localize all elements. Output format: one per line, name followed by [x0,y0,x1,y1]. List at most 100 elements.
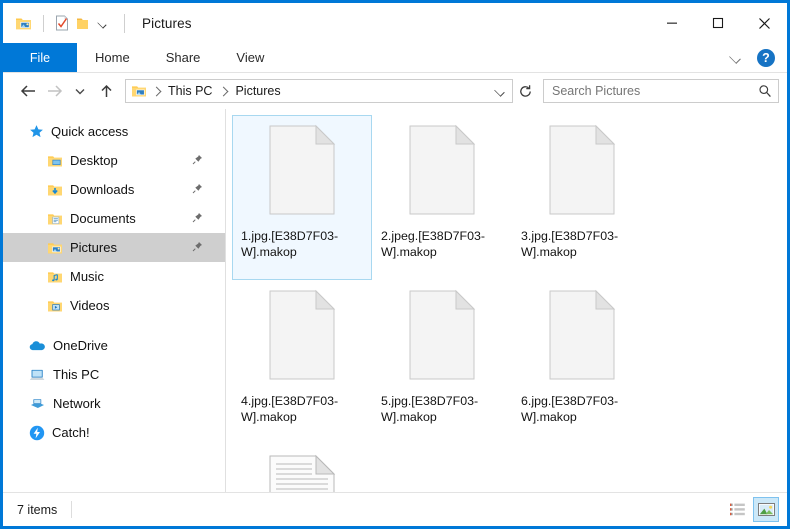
pictures-folder-icon[interactable] [15,16,32,31]
blank-file-icon [406,289,478,386]
sidebar-item-label: This PC [53,367,100,382]
sidebar-item-onedrive[interactable]: OneDrive [3,331,225,360]
sidebar-item-label: Documents [70,211,136,226]
file-item[interactable]: 6.jpg.[E38D7F03-W].makop [512,280,652,445]
file-item[interactable]: 1.jpg.[E38D7F03-W].makop [232,115,372,280]
breadcrumb-separator-icon [218,86,229,97]
view-toggle-group [724,497,779,522]
help-button[interactable]: ? [757,49,775,67]
pin-icon[interactable] [192,239,203,257]
ribbon-right-controls: ? [723,43,781,73]
blank-file-icon [266,289,338,386]
sidebar-item-videos[interactable]: Videos [3,291,225,320]
file-name: 6.jpg.[E38D7F03-W].makop [521,394,619,424]
pictures-folder-icon [47,241,63,255]
this-pc-icon [29,368,46,382]
title-divider [124,13,125,33]
sidebar-item-label: Music [70,269,104,284]
breadcrumb: This PC Pictures [131,83,490,99]
chevron-down-icon[interactable] [723,46,749,70]
music-folder-icon [47,270,63,284]
sidebar-item-label: OneDrive [53,338,108,353]
up-button[interactable] [93,78,119,104]
details-view-button[interactable] [724,497,750,522]
sidebar-item-downloads[interactable]: Downloads [3,175,225,204]
file-item[interactable]: 2.jpeg.[E38D7F03-W].makop [372,115,512,280]
search-box[interactable]: Search Pictures [543,79,779,103]
desktop-folder-icon [47,154,63,168]
address-bar-row: This PC Pictures Search Pictures [3,73,787,109]
search-icon[interactable] [758,84,772,98]
tab-home[interactable]: Home [77,43,148,72]
onedrive-cloud-icon [29,339,46,352]
sidebar-item-network[interactable]: Network [3,389,225,418]
customize-chevron-icon[interactable] [96,17,109,30]
sidebar-item-this-pc[interactable]: This PC [3,360,225,389]
sidebar-item-pictures[interactable]: Pictures [3,233,225,262]
file-name: 5.jpg.[E38D7F03-W].makop [381,394,479,424]
new-folder-icon[interactable] [76,16,89,31]
details-view-icon [729,503,745,516]
forward-button[interactable] [41,78,67,104]
recent-locations-button[interactable] [67,78,93,104]
file-list-pane[interactable]: 1.jpg.[E38D7F03-W].makop 2.jpeg.[E38D7F0… [226,109,787,526]
status-divider [71,501,73,518]
sidebar-item-label: Network [53,396,101,411]
sidebar-item-label: Desktop [70,153,118,168]
sidebar-item-label: Catch! [52,425,90,440]
downloads-folder-icon [47,183,63,197]
address-bar[interactable]: This PC Pictures [125,79,513,103]
large-icons-view-icon [757,503,775,516]
breadcrumb-folder-icon [131,84,147,98]
blank-file-icon [546,289,618,386]
title-bar: Pictures [3,3,787,43]
file-name: 4.jpg.[E38D7F03-W].makop [241,394,339,424]
address-dropdown-icon[interactable] [490,80,510,102]
tab-file[interactable]: File [3,43,77,72]
back-button[interactable] [15,78,41,104]
minimize-button[interactable] [649,3,695,43]
maximize-button[interactable] [695,3,741,43]
qat-divider-1 [43,14,44,32]
status-bar: 7 items [3,492,787,526]
star-icon [29,124,44,139]
sidebar-item-label: Quick access [51,124,129,139]
properties-icon[interactable] [55,15,69,31]
navigation-pane: Quick access Desktop Downloads Documents… [3,109,225,492]
blank-file-icon [266,124,338,221]
tab-share[interactable]: Share [148,43,219,72]
file-name: 2.jpeg.[E38D7F03-W].makop [381,229,486,259]
sidebar-group-quick-access[interactable]: Quick access [3,117,225,146]
search-input[interactable]: Search Pictures [552,84,758,98]
sidebar-item-desktop[interactable]: Desktop [3,146,225,175]
close-button[interactable] [741,3,787,43]
breadcrumb-separator-icon [151,86,162,97]
file-item[interactable]: 4.jpg.[E38D7F03-W].makop [232,280,372,445]
sidebar-item-music[interactable]: Music [3,262,225,291]
explorer-body: Quick access Desktop Downloads Documents… [3,109,787,526]
file-item[interactable]: 5.jpg.[E38D7F03-W].makop [372,280,512,445]
breadcrumb-item-this-pc[interactable]: This PC [164,83,216,99]
quick-access-toolbar: Pictures [3,13,192,33]
window-controls [649,3,787,43]
breadcrumb-item-pictures[interactable]: Pictures [231,83,284,99]
pin-icon[interactable] [192,210,203,228]
large-icons-view-button[interactable] [753,497,779,522]
file-name: 3.jpg.[E38D7F03-W].makop [521,229,619,259]
ribbon-tabs: File Home Share View ? [3,43,787,73]
pin-icon[interactable] [192,152,203,170]
window-title: Pictures [142,15,192,31]
file-grid: 1.jpg.[E38D7F03-W].makop 2.jpeg.[E38D7F0… [232,115,787,526]
catch-lightning-icon [29,425,45,441]
refresh-button[interactable] [513,79,537,103]
blank-file-icon [406,124,478,221]
sidebar-item-catch[interactable]: Catch! [3,418,225,447]
file-explorer-window: Pictures File Home Share View ? This PC … [0,0,790,529]
blank-file-icon [546,124,618,221]
pin-icon[interactable] [192,181,203,199]
tab-view[interactable]: View [218,43,282,72]
item-count: 7 items [17,502,58,517]
file-item[interactable]: 3.jpg.[E38D7F03-W].makop [512,115,652,280]
file-name: 1.jpg.[E38D7F03-W].makop [241,229,339,259]
sidebar-item-documents[interactable]: Documents [3,204,225,233]
